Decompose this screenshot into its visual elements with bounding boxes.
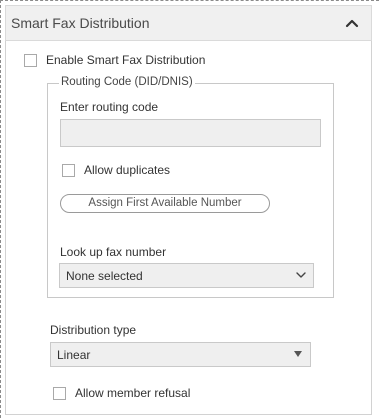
allow-member-refusal-checkbox[interactable] bbox=[53, 387, 66, 400]
enable-smart-fax-checkbox[interactable] bbox=[24, 54, 37, 67]
allow-member-refusal-label: Allow member refusal bbox=[75, 386, 191, 400]
lookup-fax-number-select[interactable]: None selected bbox=[59, 263, 314, 288]
distribution-type-value: Linear bbox=[57, 348, 91, 362]
lookup-fax-number-label: Look up fax number bbox=[60, 245, 167, 259]
assign-button-label: Assign First Available Number bbox=[88, 197, 242, 209]
collapse-button[interactable] bbox=[341, 12, 363, 34]
panel-title: Smart Fax Distribution bbox=[11, 15, 150, 31]
lookup-fax-number-value: None selected bbox=[66, 269, 143, 283]
distribution-type-label: Distribution type bbox=[50, 323, 137, 337]
chevron-down-icon bbox=[296, 272, 306, 278]
distribution-type-select[interactable]: Linear bbox=[50, 342, 311, 367]
caret-down-icon bbox=[294, 351, 302, 357]
outer-dashed-border-left bbox=[0, 0, 1, 418]
routing-code-legend: Routing Code (DID/DNIS) bbox=[59, 76, 195, 88]
allow-duplicates-label: Allow duplicates bbox=[84, 163, 171, 177]
routing-code-input-label: Enter routing code bbox=[60, 100, 159, 114]
assign-first-available-number-button[interactable]: Assign First Available Number bbox=[60, 194, 270, 213]
allow-duplicates-checkbox[interactable] bbox=[62, 164, 75, 177]
chevron-up-icon bbox=[345, 19, 359, 28]
panel-header[interactable]: Smart Fax Distribution bbox=[5, 5, 372, 41]
routing-code-input[interactable] bbox=[60, 119, 321, 147]
outer-dashed-border-top bbox=[0, 0, 379, 1]
enable-smart-fax-label: Enable Smart Fax Distribution bbox=[46, 53, 206, 67]
